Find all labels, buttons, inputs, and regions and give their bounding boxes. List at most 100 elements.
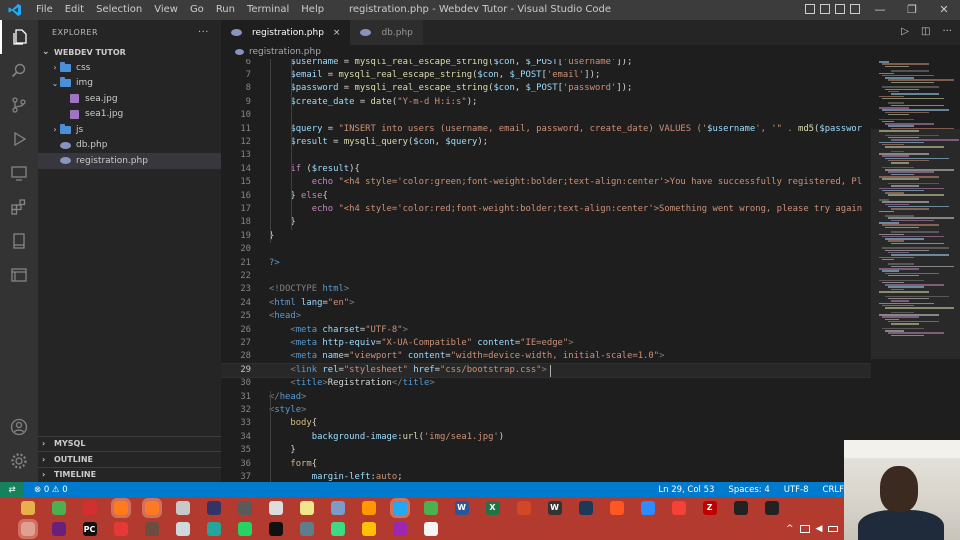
notes-icon[interactable] <box>299 500 314 515</box>
code-editor[interactable]: 6 $username = mysqli_real_escape_string(… <box>221 59 871 482</box>
firefox-icon[interactable] <box>110 497 131 518</box>
more-actions-button[interactable]: ··· <box>198 27 209 38</box>
problems-indicator[interactable]: ⊗ 0 ⚠ 0 <box>34 485 68 495</box>
red-app-icon[interactable] <box>113 522 128 536</box>
outline-section[interactable]: › OUTLINE <box>38 451 221 467</box>
code-line[interactable]: 31 </head> <box>221 391 871 404</box>
opera-icon[interactable] <box>82 500 97 515</box>
toggle-sidebar-icon[interactable] <box>805 4 815 14</box>
code-line[interactable]: 26 <meta charset="UTF-8"> <box>221 324 871 337</box>
close-window-button[interactable]: ✕ <box>928 0 960 20</box>
whatsapp-icon[interactable] <box>237 522 252 536</box>
code-line[interactable]: 30 <title>Registration</title> <box>221 377 871 390</box>
code-line[interactable]: 12 $result = mysqli_query($con, $query); <box>221 136 871 149</box>
cursor-position[interactable]: Ln 29, Col 53 <box>658 485 714 495</box>
menu-view[interactable]: View <box>148 0 184 20</box>
code-line[interactable]: 14 if ($result){ <box>221 163 871 176</box>
menu-edit[interactable]: Edit <box>59 0 90 20</box>
github-icon[interactable] <box>423 522 438 536</box>
code-line[interactable]: 21 ?> <box>221 257 871 270</box>
code-line[interactable]: 20 <box>221 243 871 256</box>
timeline-section[interactable]: › TIMELINE <box>38 466 221 483</box>
media-icon[interactable] <box>206 500 221 515</box>
run-debug-icon[interactable] <box>0 122 38 156</box>
xampp-icon[interactable] <box>141 497 162 518</box>
more-actions-icon[interactable]: ··· <box>942 26 952 37</box>
settings-gear-icon[interactable] <box>0 444 38 478</box>
zoom-icon[interactable] <box>640 500 655 515</box>
tab-registration-php[interactable]: registration.php × <box>221 20 351 45</box>
tree-item-css[interactable]: › css <box>38 60 221 76</box>
code-line[interactable]: 19} <box>221 230 871 243</box>
code-line[interactable]: 7 $email = mysqli_real_escape_string($co… <box>221 69 871 82</box>
bin-icon[interactable] <box>175 500 190 515</box>
code-line[interactable]: 11 $query = "INSERT into users (username… <box>221 123 871 136</box>
code-line[interactable]: 16 } else{ <box>221 190 871 203</box>
android-studio-icon[interactable] <box>330 522 345 536</box>
remote-indicator-icon[interactable]: ⇄ <box>0 482 24 497</box>
code-line[interactable]: 22 <box>221 270 871 283</box>
code-line[interactable]: 9 $create_date = date("Y-m-d H:i:s"); <box>221 96 871 109</box>
code-line[interactable]: 35 } <box>221 444 871 457</box>
record-icon[interactable] <box>609 500 624 515</box>
window-icon[interactable] <box>175 522 190 536</box>
code-line[interactable]: 15 echo "<h4 style='color:green;font-wei… <box>221 176 871 189</box>
customize-layout-icon[interactable] <box>850 4 860 14</box>
steam-icon[interactable] <box>392 522 407 536</box>
vs-icon[interactable] <box>51 522 66 536</box>
code-line[interactable]: 18 } <box>221 216 871 229</box>
close-tab-icon[interactable]: × <box>333 28 341 38</box>
code-line[interactable]: 13 <box>221 149 871 162</box>
split-editor-icon[interactable]: ◫ <box>921 26 930 37</box>
code-line[interactable]: 17 echo "<h4 style='color:red;font-weigh… <box>221 203 871 216</box>
filezilla-icon[interactable]: Z <box>702 500 717 515</box>
breadcrumb-file[interactable]: registration.php <box>249 47 321 57</box>
powerpoint-icon[interactable] <box>516 500 531 515</box>
minimap[interactable] <box>871 59 960 482</box>
code-line[interactable]: 36 form{ <box>221 458 871 471</box>
source-control-icon[interactable] <box>0 88 38 122</box>
layers-icon[interactable] <box>361 522 376 536</box>
mysql-section[interactable]: › MYSQL <box>38 435 221 452</box>
word-icon[interactable]: W <box>454 500 469 515</box>
network-icon[interactable] <box>799 525 810 533</box>
explorer-icon[interactable] <box>0 20 38 54</box>
tree-item-js[interactable]: › js <box>38 122 221 138</box>
menu-help[interactable]: Help <box>295 0 330 20</box>
code-line[interactable]: 29 <link rel="stylesheet" href="css/boot… <box>221 362 871 379</box>
vscode-icon[interactable] <box>389 497 410 518</box>
app-icon[interactable] <box>237 500 252 515</box>
code-line[interactable]: 25 <head> <box>221 310 871 323</box>
panel-icon[interactable] <box>0 258 38 292</box>
run-file-icon[interactable]: ▷ <box>901 26 909 37</box>
notebook-icon[interactable] <box>0 224 38 258</box>
chevron-up-icon[interactable]: ^ <box>786 524 794 534</box>
camtasia-icon[interactable] <box>578 500 593 515</box>
menu-run[interactable]: Run <box>210 0 241 20</box>
box-icon[interactable] <box>330 500 345 515</box>
git-icon[interactable] <box>764 500 779 515</box>
extensions-icon[interactable] <box>0 190 38 224</box>
code-line[interactable]: 27 <meta http-equiv="X-UA-Compatible" co… <box>221 337 871 350</box>
end-of-line[interactable]: CRLF <box>823 485 844 495</box>
phone-icon[interactable] <box>206 522 221 536</box>
minimize-button[interactable]: — <box>864 0 896 20</box>
calc-icon[interactable] <box>299 522 314 536</box>
maximize-button[interactable]: ❐ <box>896 0 928 20</box>
tab-db-php[interactable]: db.php <box>350 20 423 45</box>
code-line[interactable]: 37 margin-left:auto; <box>221 471 871 482</box>
file-encoding[interactable]: UTF-8 <box>784 485 809 495</box>
folder-icon[interactable] <box>20 500 35 515</box>
excel-icon[interactable]: X <box>485 500 500 515</box>
code-line[interactable]: 6 $username = mysqli_real_escape_string(… <box>221 59 871 69</box>
code-line[interactable]: 28 <meta name="viewport" content="width=… <box>221 350 871 363</box>
code-line[interactable]: 34 background-image:url('img/sea1.jpg') <box>221 431 871 444</box>
green-app-icon[interactable] <box>423 500 438 515</box>
remote-explorer-icon[interactable] <box>0 156 38 190</box>
workspace-root[interactable]: ⌄ WEBDEV TUTOR <box>38 44 221 60</box>
code-line[interactable]: 32 <style> <box>221 404 871 417</box>
sublime-icon[interactable] <box>361 500 376 515</box>
code-line[interactable]: 10 <box>221 109 871 122</box>
tree-item-img[interactable]: ⌄ img <box>38 76 221 92</box>
start-icon[interactable] <box>17 519 38 539</box>
